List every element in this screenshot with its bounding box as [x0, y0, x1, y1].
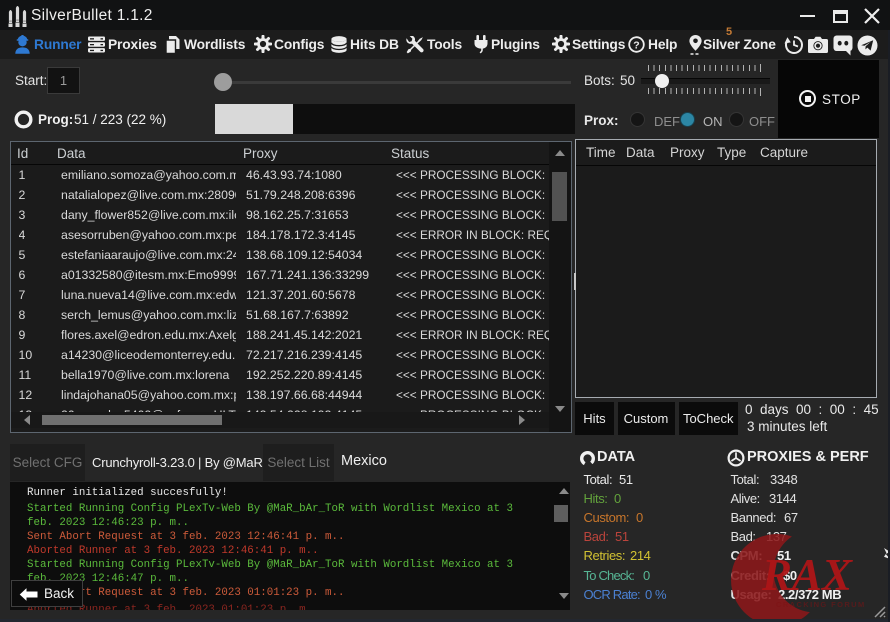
svg-text:?: ?: [633, 39, 639, 51]
